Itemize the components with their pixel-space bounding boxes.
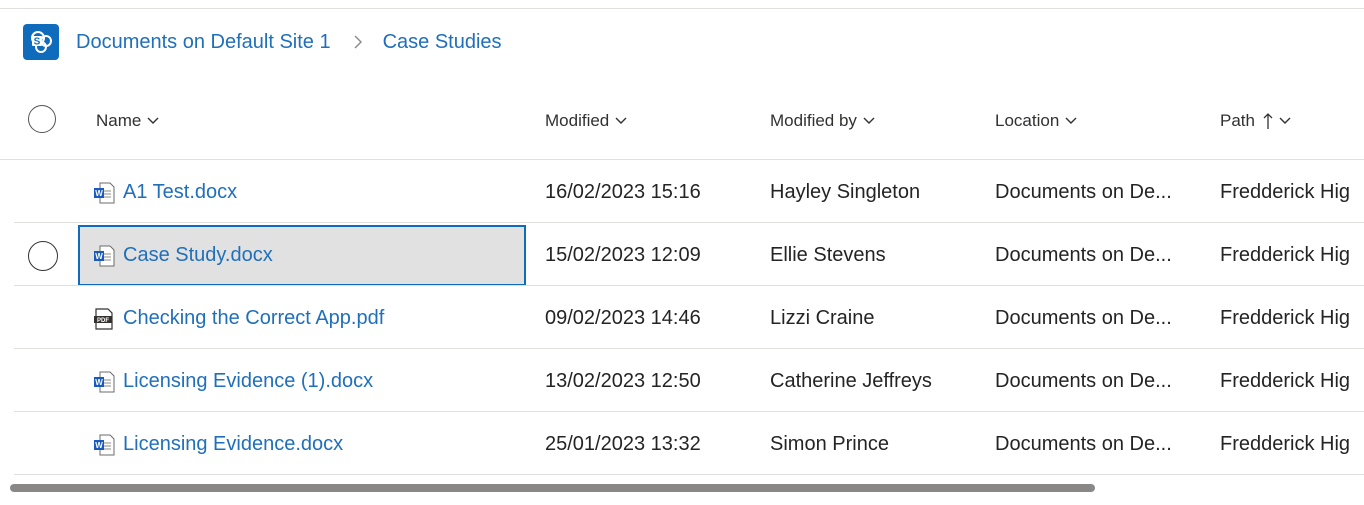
modified-cell: 09/02/2023 14:46 (545, 307, 701, 329)
column-header-row: Name Modified Modified by Location Path (0, 92, 1364, 150)
modified-cell: 16/02/2023 15:16 (545, 181, 701, 203)
horizontal-scrollbar[interactable] (10, 484, 1095, 492)
column-header-label: Modified by (770, 111, 857, 130)
column-header-location[interactable]: Location (995, 92, 1077, 150)
path-cell: Fredderick Hig (1220, 370, 1351, 392)
svg-text:W: W (95, 441, 103, 450)
row-select-checkbox[interactable] (28, 241, 58, 271)
row-divider (14, 474, 1364, 475)
breadcrumb-current-folder[interactable]: Case Studies (383, 31, 502, 54)
pdf-document-icon: PDF (92, 307, 116, 331)
table-row[interactable]: PDF Checking the Correct App.pdf 09/02/2… (0, 287, 1364, 350)
modified-cell: 13/02/2023 12:50 (545, 370, 701, 392)
table-row[interactable]: W Licensing Evidence.docx 25/01/2023 13:… (0, 413, 1364, 476)
file-name-cell[interactable]: W Case Study.docx (92, 224, 273, 287)
row-divider (14, 411, 1364, 412)
chevron-down-icon (147, 117, 159, 125)
file-name-cell[interactable]: PDF Checking the Correct App.pdf (92, 287, 384, 350)
svg-text:W: W (95, 378, 103, 387)
modified-by-cell: Lizzi Craine (770, 307, 875, 329)
row-divider (14, 222, 1364, 223)
breadcrumb-site-link[interactable]: Documents on Default Site 1 (76, 31, 331, 54)
table-row[interactable]: W Licensing Evidence (1).docx 13/02/2023… (0, 350, 1364, 413)
chevron-down-icon (1065, 117, 1077, 125)
file-name-cell[interactable]: W Licensing Evidence (1).docx (92, 350, 373, 413)
modified-by-cell: Hayley Singleton (770, 181, 921, 203)
path-cell: Fredderick Hig (1220, 433, 1351, 455)
file-name-cell[interactable]: W Licensing Evidence.docx (92, 413, 343, 476)
sharepoint-icon[interactable]: S (23, 24, 59, 60)
column-header-label: Name (96, 111, 142, 130)
chevron-down-icon (1279, 117, 1291, 125)
chevron-down-icon (615, 117, 627, 125)
top-divider (0, 8, 1364, 9)
modified-cell: 15/02/2023 12:09 (545, 244, 701, 266)
modified-cell: 25/01/2023 13:32 (545, 433, 701, 455)
file-name-cell[interactable]: W A1 Test.docx (92, 161, 237, 224)
chevron-right-icon (353, 34, 363, 50)
row-divider (14, 285, 1364, 286)
file-name-link[interactable]: Licensing Evidence (1).docx (123, 370, 373, 393)
word-document-icon: W (92, 433, 116, 457)
table-row[interactable]: W Case Study.docx 15/02/2023 12:09 Ellie… (0, 224, 1364, 287)
file-name-link[interactable]: Checking the Correct App.pdf (123, 307, 384, 330)
breadcrumb: S Documents on Default Site 1 Case Studi… (23, 23, 502, 61)
column-header-label: Modified (545, 111, 610, 130)
column-header-modified-by[interactable]: Modified by (770, 92, 875, 150)
row-divider (0, 159, 1364, 160)
word-document-icon: W (92, 370, 116, 394)
chevron-down-icon (863, 117, 875, 125)
arrow-up-icon (1263, 112, 1273, 130)
modified-by-cell: Simon Prince (770, 433, 889, 455)
location-cell: Documents on De... (995, 307, 1172, 329)
svg-text:PDF: PDF (97, 318, 109, 324)
file-name-link[interactable]: Licensing Evidence.docx (123, 433, 343, 456)
file-name-link[interactable]: Case Study.docx (123, 244, 273, 267)
column-header-label: Location (995, 111, 1060, 130)
word-document-icon: W (92, 244, 116, 268)
svg-text:W: W (95, 189, 103, 198)
path-cell: Fredderick Hig (1220, 181, 1351, 203)
column-header-modified[interactable]: Modified (545, 92, 627, 150)
svg-text:S: S (34, 37, 41, 48)
location-cell: Documents on De... (995, 433, 1172, 455)
path-cell: Fredderick Hig (1220, 307, 1351, 329)
modified-by-cell: Catherine Jeffreys (770, 370, 932, 392)
column-header-path[interactable]: Path (1220, 92, 1291, 150)
path-cell: Fredderick Hig (1220, 244, 1351, 266)
table-row[interactable]: W A1 Test.docx 16/02/2023 15:16 Hayley S… (0, 161, 1364, 224)
location-cell: Documents on De... (995, 244, 1172, 266)
row-divider (14, 348, 1364, 349)
location-cell: Documents on De... (995, 181, 1172, 203)
svg-text:W: W (95, 252, 103, 261)
modified-by-cell: Ellie Stevens (770, 244, 886, 266)
column-header-name[interactable]: Name (96, 92, 159, 150)
column-header-label: Path (1220, 111, 1255, 130)
file-name-link[interactable]: A1 Test.docx (123, 181, 237, 204)
word-document-icon: W (92, 181, 116, 205)
location-cell: Documents on De... (995, 370, 1172, 392)
